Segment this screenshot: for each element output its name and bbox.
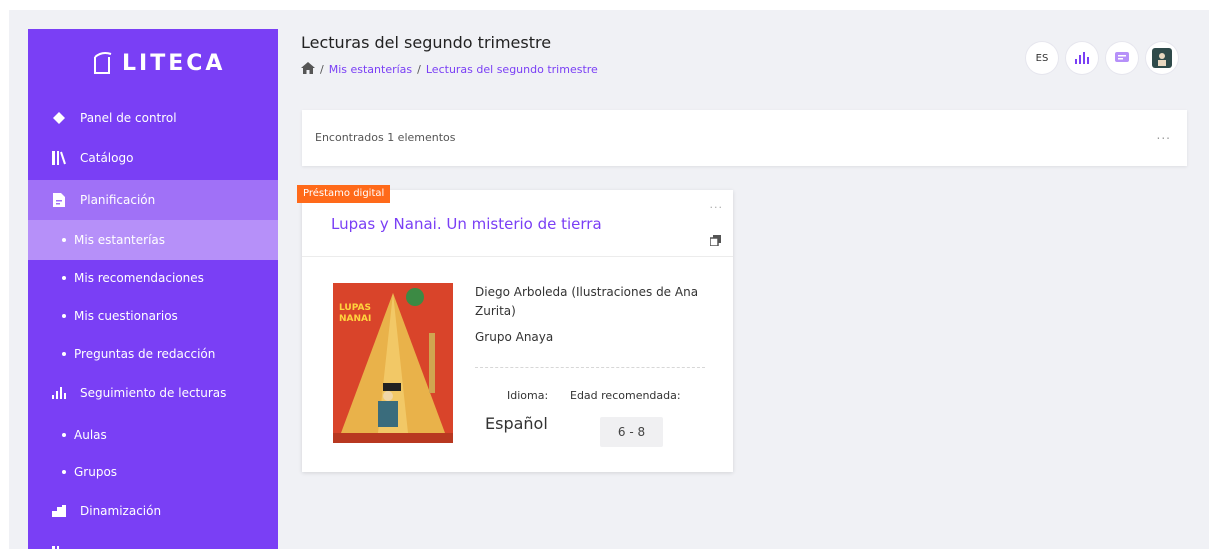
logo-book-icon bbox=[94, 52, 112, 74]
results-bar: Encontrados 1 elementos ... bbox=[302, 110, 1187, 166]
sidebar-item-mis-recomendaciones[interactable]: Mis recomendaciones bbox=[28, 258, 278, 298]
sidebar-item-label: Panel de control bbox=[80, 111, 177, 125]
bullet-icon bbox=[62, 276, 66, 280]
top-actions: ES bbox=[1026, 42, 1178, 74]
results-count: Encontrados 1 elementos bbox=[315, 131, 456, 144]
diamond-icon bbox=[52, 111, 66, 125]
breadcrumb: / Mis estanterías / Lecturas del segundo… bbox=[301, 62, 598, 77]
sidebar-item-preguntas-de-redaccion[interactable]: Preguntas de redacción bbox=[28, 334, 278, 374]
bullet-icon bbox=[62, 238, 66, 242]
sidebar-item-label: Seguimiento de lecturas bbox=[80, 386, 227, 400]
page-title: Lecturas del segundo trimestre bbox=[301, 33, 552, 52]
logo-text: LITECA bbox=[122, 50, 226, 76]
sidebar-item-label: Grupos bbox=[74, 465, 118, 479]
sidebar-item-dinamizacion[interactable]: Dinamización bbox=[28, 491, 278, 531]
sidebar-item-label: Mis cuestionarios bbox=[74, 309, 178, 323]
sidebar-item-label: Aulas bbox=[74, 428, 107, 442]
breadcrumb-separator: / bbox=[417, 63, 421, 76]
home-icon[interactable] bbox=[301, 62, 315, 77]
library-icon bbox=[52, 151, 66, 165]
messages-button[interactable] bbox=[1106, 42, 1138, 74]
divider bbox=[475, 367, 705, 368]
copy-icon[interactable] bbox=[709, 231, 721, 247]
sidebar-item-seguimiento-de-lecturas[interactable]: Seguimiento de lecturas bbox=[28, 373, 278, 413]
more-options-icon[interactable]: ... bbox=[710, 198, 724, 211]
bullet-icon bbox=[62, 433, 66, 437]
book-cover-image[interactable]: LUPAS NANAI bbox=[333, 283, 453, 443]
sidebar: LITECA Panel de control Catálogo Planifi… bbox=[28, 29, 278, 549]
logo[interactable]: LITECA bbox=[90, 45, 225, 81]
sidebar-item-grupos[interactable]: Grupos bbox=[28, 452, 278, 492]
sidebar-item-label: Preguntas de redacción bbox=[74, 347, 216, 361]
sidebar-item-label: Mis recomendaciones bbox=[74, 271, 204, 285]
language-button[interactable]: ES bbox=[1026, 42, 1058, 74]
more-options-icon[interactable]: ... bbox=[1157, 128, 1171, 142]
bar-chart-icon bbox=[52, 386, 66, 400]
sidebar-item-planificacion[interactable]: Planificación bbox=[28, 180, 278, 220]
bullet-icon bbox=[62, 352, 66, 356]
sidebar-item-label: Catálogo bbox=[80, 151, 134, 165]
book-publisher: Grupo Anaya bbox=[475, 330, 554, 344]
language-label: ES bbox=[1035, 52, 1049, 64]
sidebar-item-mis-cuestionarios[interactable]: Mis cuestionarios bbox=[28, 296, 278, 336]
svg-text:LUPAS: LUPAS bbox=[339, 303, 371, 313]
language-label: Idioma: bbox=[507, 389, 549, 402]
breadcrumb-link-mis-estanterias[interactable]: Mis estanterías bbox=[329, 63, 412, 76]
bullet-icon bbox=[62, 470, 66, 474]
sidebar-item-more[interactable] bbox=[28, 533, 278, 549]
sidebar-item-aulas[interactable]: Aulas bbox=[28, 415, 278, 455]
book-author: Diego Arboleda (Ilustraciones de Ana Zur… bbox=[475, 285, 699, 318]
sidebar-item-label: Planificación bbox=[80, 193, 156, 207]
avatar-icon bbox=[1152, 48, 1172, 68]
sidebar-item-label: Dinamización bbox=[80, 504, 162, 518]
breadcrumb-current[interactable]: Lecturas del segundo trimestre bbox=[426, 63, 598, 76]
bullet-icon bbox=[62, 314, 66, 318]
breadcrumb-separator: / bbox=[320, 63, 324, 76]
podium-icon bbox=[52, 504, 66, 518]
sidebar-item-panel-de-control[interactable]: Panel de control bbox=[28, 98, 278, 138]
user-avatar[interactable] bbox=[1146, 42, 1178, 74]
book-title[interactable]: Lupas y Nanai. Un misterio de tierra bbox=[331, 215, 602, 233]
status-badge: Préstamo digital bbox=[297, 185, 391, 203]
age-value: 6 - 8 bbox=[600, 417, 663, 447]
divider bbox=[302, 256, 733, 257]
bar-chart-icon bbox=[1075, 52, 1089, 64]
language-value: Español bbox=[485, 414, 548, 433]
svg-text:NANAI: NANAI bbox=[339, 314, 371, 324]
age-label: Edad recomendada: bbox=[570, 389, 681, 402]
sidebar-item-catalogo[interactable]: Catálogo bbox=[28, 138, 278, 178]
sidebar-item-mis-estanterias[interactable]: Mis estanterías bbox=[28, 220, 278, 260]
sidebar-item-label: Mis estanterías bbox=[74, 233, 166, 247]
stats-button[interactable] bbox=[1066, 42, 1098, 74]
book-card[interactable]: Préstamo digital Lupas y Nanai. Un miste… bbox=[297, 185, 733, 472]
message-icon bbox=[1115, 52, 1129, 62]
document-icon bbox=[52, 193, 66, 207]
